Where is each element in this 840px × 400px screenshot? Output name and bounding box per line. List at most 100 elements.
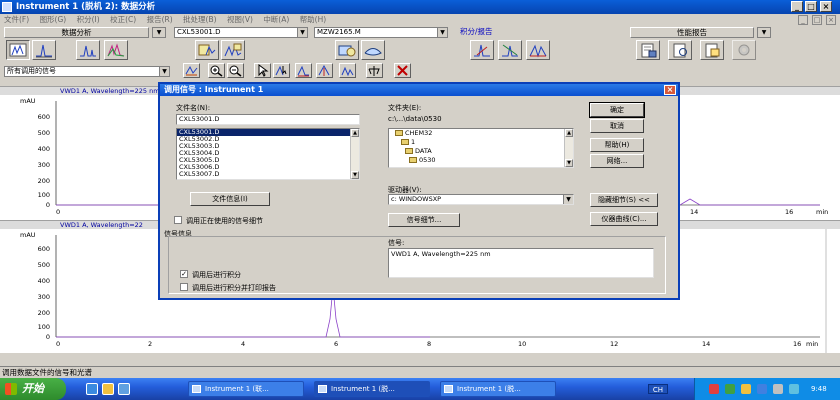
scroll-up-icon[interactable]: ▲ bbox=[351, 129, 359, 137]
menu-view[interactable]: 视图(V) bbox=[227, 14, 253, 26]
delete-icon[interactable] bbox=[394, 63, 411, 78]
tray-icon[interactable] bbox=[773, 384, 783, 394]
tray-icon[interactable] bbox=[757, 384, 767, 394]
tray-icon[interactable] bbox=[741, 384, 751, 394]
filename-input[interactable]: CXL53001.D bbox=[176, 114, 360, 125]
instrument-curve-button[interactable]: 仪器曲线(C)... bbox=[590, 212, 658, 226]
use-current-signal-checkbox[interactable] bbox=[174, 216, 182, 224]
scroll-up-icon[interactable]: ▲ bbox=[565, 129, 573, 137]
data-analysis-dropdown-button[interactable]: ▼ bbox=[152, 27, 166, 38]
select-peak-icon[interactable] bbox=[273, 63, 290, 78]
file-list-item[interactable]: CXL53007.D bbox=[177, 171, 359, 178]
spectra-view-button[interactable] bbox=[104, 40, 128, 60]
chevron-down-icon[interactable]: ▼ bbox=[297, 28, 307, 37]
signal-select-combo[interactable]: 所有调用的信号 ▼ bbox=[4, 66, 170, 77]
menu-help[interactable]: 帮助(H) bbox=[300, 14, 327, 26]
folder-item[interactable]: DATA bbox=[389, 147, 573, 156]
peak-view-button[interactable] bbox=[76, 40, 100, 60]
zoom-in-icon[interactable] bbox=[208, 63, 225, 78]
maximize-button[interactable]: □ bbox=[805, 1, 817, 12]
network-button[interactable]: 网络... bbox=[590, 154, 644, 168]
integrate-after-checkbox[interactable]: ✓ bbox=[180, 270, 188, 278]
tray-icon[interactable] bbox=[789, 384, 799, 394]
close-button[interactable]: × bbox=[820, 1, 832, 12]
use-current-signal-label: 调用正在使用的信号细节 bbox=[186, 217, 263, 225]
tray-icon[interactable] bbox=[709, 384, 719, 394]
menu-batch[interactable]: 批处理(B) bbox=[183, 14, 217, 26]
scroll-down-icon[interactable]: ▼ bbox=[565, 159, 573, 167]
integration-view-button[interactable] bbox=[32, 40, 56, 60]
scroll-down-icon[interactable]: ▼ bbox=[351, 171, 359, 179]
peak-label-icon[interactable] bbox=[339, 63, 356, 78]
folder-item[interactable]: 0530 bbox=[389, 156, 573, 165]
taskbar-item[interactable]: Instrument 1 (联... bbox=[188, 381, 304, 397]
language-indicator[interactable]: CH bbox=[648, 384, 668, 394]
menu-calibration[interactable]: 校正(C) bbox=[110, 14, 136, 26]
chevron-down-icon[interactable]: ▼ bbox=[437, 28, 447, 37]
clock[interactable]: 9:48 bbox=[811, 378, 827, 400]
start-button[interactable]: 开始 bbox=[0, 378, 66, 400]
folder-item[interactable]: CHEM32 bbox=[389, 129, 573, 138]
method-combo[interactable]: MZW2165.M ▼ bbox=[314, 27, 448, 38]
mdi-minimize-button[interactable]: _ bbox=[798, 15, 808, 25]
signal-details-button[interactable]: 信号细节... bbox=[388, 213, 460, 227]
mdi-close-button[interactable]: × bbox=[826, 15, 836, 25]
app-icon bbox=[444, 385, 453, 393]
auto-integrate-button[interactable] bbox=[470, 40, 494, 60]
menu-report[interactable]: 报告(R) bbox=[147, 14, 173, 26]
integration-events-button[interactable] bbox=[498, 40, 522, 60]
baseline-icon[interactable] bbox=[295, 63, 312, 78]
folder-item-label: 1 bbox=[411, 138, 416, 146]
dialog-close-icon[interactable]: × bbox=[664, 85, 676, 95]
quicklaunch-ie-icon[interactable] bbox=[86, 383, 98, 395]
file-combo[interactable]: CXL53001.D ▼ bbox=[174, 27, 308, 38]
data-analysis-group-label: 数据分析 bbox=[4, 27, 149, 38]
integrate-print-checkbox[interactable] bbox=[180, 283, 188, 291]
y-tick: 100 bbox=[37, 323, 50, 331]
manual-integration-button[interactable] bbox=[526, 40, 550, 60]
folder-open-icon bbox=[401, 139, 409, 145]
chevron-down-icon[interactable]: ▼ bbox=[159, 67, 169, 76]
drop-line-icon[interactable] bbox=[316, 63, 333, 78]
zoom-out-icon[interactable] bbox=[227, 63, 244, 78]
help-button[interactable]: 帮助(H) bbox=[590, 138, 644, 152]
report-print-button[interactable] bbox=[636, 40, 660, 60]
folder-listbox[interactable]: CHEM32 1 DATA 0530 ▲ ▼ bbox=[388, 128, 574, 168]
report-preview-button[interactable] bbox=[668, 40, 692, 60]
taskbar-item-active[interactable]: Instrument 1 (脱... bbox=[314, 381, 430, 397]
chevron-down-icon[interactable]: ▼ bbox=[563, 195, 573, 204]
pointer-icon[interactable] bbox=[254, 63, 271, 78]
menu-abort[interactable]: 中断(A) bbox=[263, 14, 289, 26]
drive-select[interactable]: c: WINDOWSXP ▼ bbox=[388, 194, 574, 205]
hide-details-button[interactable]: 隐藏细节(S) << bbox=[590, 193, 658, 207]
ok-button[interactable]: 确定 bbox=[589, 102, 645, 118]
file-listbox[interactable]: CXL53001.D CXL53002.D CXL53003.D CXL5300… bbox=[176, 128, 360, 180]
save-method-button[interactable] bbox=[361, 40, 385, 60]
report-settings-button[interactable] bbox=[732, 40, 756, 60]
load-method-button[interactable] bbox=[335, 40, 359, 60]
mdi-restore-button[interactable]: □ bbox=[812, 15, 822, 25]
integration-report-group-label: 积分/报告 bbox=[458, 27, 538, 38]
report-specify-button[interactable] bbox=[700, 40, 724, 60]
compare-icon[interactable] bbox=[366, 63, 383, 78]
overlay-signal-button[interactable] bbox=[221, 40, 245, 60]
load-signal-button[interactable] bbox=[195, 40, 219, 60]
tray-icon[interactable] bbox=[725, 384, 735, 394]
file-info-button[interactable]: 文件信息(I) bbox=[190, 192, 270, 206]
menu-integration[interactable]: 积分(I) bbox=[77, 14, 100, 26]
menu-graphics[interactable]: 图形(G) bbox=[40, 14, 67, 26]
minimize-button[interactable]: _ bbox=[791, 1, 803, 12]
cancel-button[interactable]: 取消 bbox=[590, 119, 644, 133]
file-list-scrollbar[interactable]: ▲ ▼ bbox=[350, 129, 359, 179]
performance-dropdown-button[interactable]: ▼ bbox=[757, 27, 771, 38]
signal-textbox[interactable]: VWD1 A, Wavelength=225 nm bbox=[388, 248, 654, 278]
data-analysis-view-button[interactable] bbox=[6, 40, 30, 60]
folder-item[interactable]: 1 bbox=[389, 138, 573, 147]
signal-options-button[interactable] bbox=[183, 63, 200, 78]
folder-list-scrollbar[interactable]: ▲ ▼ bbox=[564, 129, 573, 167]
menu-bar: 文件(F) 图形(G) 积分(I) 校正(C) 报告(R) 批处理(B) 视图(… bbox=[0, 14, 840, 26]
taskbar-item[interactable]: Instrument 1 (脱... bbox=[440, 381, 556, 397]
menu-file[interactable]: 文件(F) bbox=[4, 14, 29, 26]
quicklaunch-desktop-icon[interactable] bbox=[118, 383, 130, 395]
quicklaunch-folder-icon[interactable] bbox=[102, 383, 114, 395]
